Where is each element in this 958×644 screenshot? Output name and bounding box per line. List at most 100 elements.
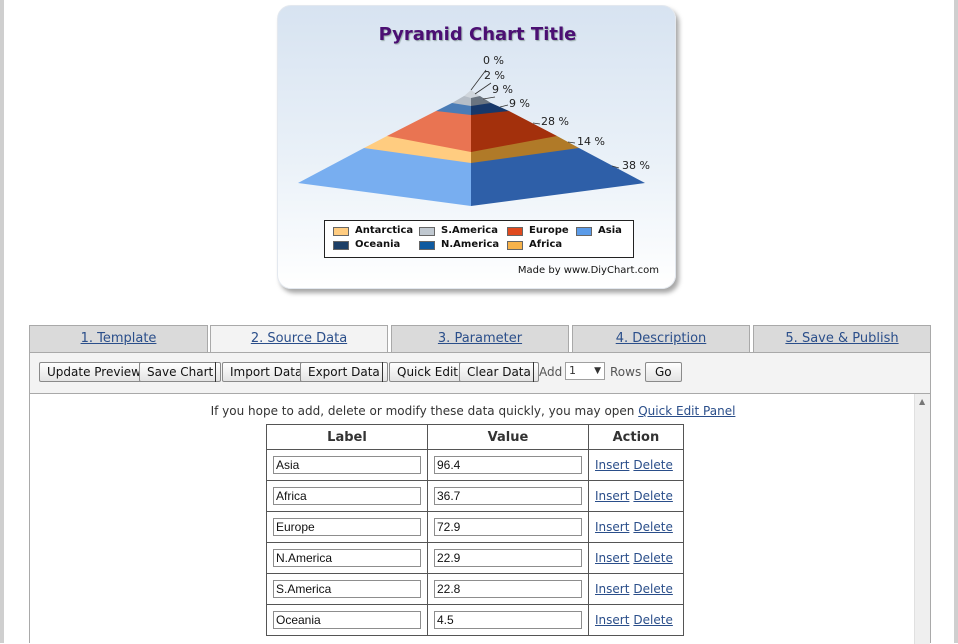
action-cell: Insert Delete — [588, 542, 684, 574]
chart-title: Pyramid Chart Title — [378, 24, 577, 45]
go-button[interactable]: Go — [645, 362, 682, 382]
insert-link[interactable]: Insert — [595, 551, 629, 565]
label-input[interactable] — [273, 580, 421, 598]
legend-label: N.America — [441, 239, 500, 250]
legend-label: Asia — [598, 225, 622, 236]
delete-link[interactable]: Delete — [633, 489, 672, 503]
tab-save-publish[interactable]: 5. Save & Publish — [753, 325, 931, 353]
pct-label-2: 2 % — [484, 69, 505, 82]
table-row: Insert Delete — [266, 573, 684, 605]
vertical-scrollbar[interactable]: ▲ — [914, 394, 930, 644]
label-cell — [266, 449, 428, 481]
delete-link[interactable]: Delete — [633, 551, 672, 565]
editor-panel: 1. Template 2. Source Data 3. Parameter … — [29, 325, 931, 644]
export-data-button[interactable]: Export Data — [300, 362, 388, 382]
tab-source-data[interactable]: 2. Source Data — [210, 325, 388, 354]
value-input[interactable] — [434, 487, 582, 505]
action-column-header: Action — [588, 424, 684, 450]
label-input[interactable] — [273, 456, 421, 474]
legend-swatch — [333, 241, 349, 250]
pct-label-1: 0 % — [483, 54, 504, 67]
pct-label-5: 28 % — [541, 115, 569, 128]
pct-label-3: 9 % — [492, 83, 513, 96]
label-input[interactable] — [273, 487, 421, 505]
value-cell — [427, 542, 589, 574]
toolbar-separator — [533, 362, 534, 382]
pct-label-6: 14 % — [577, 135, 605, 148]
legend-swatch — [419, 241, 435, 250]
value-cell — [427, 511, 589, 543]
insert-link[interactable]: Insert — [595, 582, 629, 596]
delete-link[interactable]: Delete — [633, 458, 672, 472]
label-cell — [266, 511, 428, 543]
table-header-row: Label Value Action — [266, 424, 684, 450]
rows-select-value: 1 — [569, 364, 576, 377]
label-cell — [266, 604, 428, 636]
insert-link[interactable]: Insert — [595, 613, 629, 627]
insert-link[interactable]: Insert — [595, 489, 629, 503]
pct-label-4: 9 % — [509, 97, 530, 110]
quick-edit-button[interactable]: Quick Edit — [389, 362, 466, 382]
import-data-button[interactable]: Import Data — [222, 362, 311, 382]
delete-link[interactable]: Delete — [633, 582, 672, 596]
quick-edit-hint: If you hope to add, delete or modify the… — [30, 404, 916, 418]
update-preview-button[interactable]: Update Preview — [39, 362, 149, 382]
action-cell: Insert Delete — [588, 511, 684, 543]
rows-label: Rows — [610, 365, 642, 379]
label-column-header: Label — [266, 424, 428, 450]
value-input[interactable] — [434, 580, 582, 598]
value-cell — [427, 604, 589, 636]
tab-description[interactable]: 4. Description — [572, 325, 750, 353]
value-input[interactable] — [434, 611, 582, 629]
legend-label: Oceania — [355, 239, 401, 250]
value-input[interactable] — [434, 549, 582, 567]
label-input[interactable] — [273, 549, 421, 567]
label-cell — [266, 542, 428, 574]
insert-link[interactable]: Insert — [595, 520, 629, 534]
value-cell — [427, 480, 589, 512]
table-row: Insert Delete — [266, 449, 684, 481]
action-cell: Insert Delete — [588, 480, 684, 512]
table-row: Insert Delete — [266, 542, 684, 574]
add-label: Add — [539, 365, 563, 379]
hint-text: If you hope to add, delete or modify the… — [210, 404, 635, 418]
action-cell: Insert Delete — [588, 449, 684, 481]
chevron-down-icon: ▼ — [594, 366, 601, 376]
tab-template[interactable]: 1. Template — [29, 325, 208, 353]
toolbar-separator — [215, 362, 216, 382]
value-input[interactable] — [434, 518, 582, 536]
page-border-left — [0, 0, 4, 643]
legend-swatch — [507, 227, 523, 236]
table-row: Insert Delete — [266, 480, 684, 512]
label-cell — [266, 480, 428, 512]
delete-link[interactable]: Delete — [633, 520, 672, 534]
source-data-content: If you hope to add, delete or modify the… — [29, 393, 931, 644]
pct-label-7: 38 % — [622, 159, 650, 172]
clear-data-button[interactable]: Clear Data — [459, 362, 539, 382]
scroll-up-arrow-icon[interactable]: ▲ — [919, 397, 925, 406]
delete-link[interactable]: Delete — [633, 613, 672, 627]
tab-bar: 1. Template 2. Source Data 3. Parameter … — [29, 325, 931, 354]
legend-label: Europe — [529, 225, 569, 236]
insert-link[interactable]: Insert — [595, 458, 629, 472]
tab-parameter[interactable]: 3. Parameter — [391, 325, 569, 353]
legend-label: S.America — [441, 225, 498, 236]
toolbar-separator — [382, 362, 383, 382]
legend-swatch — [333, 227, 349, 236]
toolbar: Update Preview Save Chart Import Data Ex… — [29, 352, 931, 393]
quick-edit-panel-link[interactable]: Quick Edit Panel — [638, 404, 735, 418]
action-cell: Insert Delete — [588, 573, 684, 605]
legend-label: Africa — [529, 239, 563, 250]
chart-legend: Antarctica S.America Europe Asia Oceania… — [324, 220, 634, 258]
action-cell: Insert Delete — [588, 604, 684, 636]
data-table: Label Value Action Insert Delete Insert De… — [266, 424, 684, 636]
label-input[interactable] — [273, 611, 421, 629]
value-cell — [427, 573, 589, 605]
rows-select[interactable]: 1 ▼ — [565, 362, 605, 380]
label-cell — [266, 573, 428, 605]
save-chart-button[interactable]: Save Chart — [139, 362, 222, 382]
label-input[interactable] — [273, 518, 421, 536]
legend-label: Antarctica — [355, 225, 414, 236]
chart-preview: 0 % 2 % 9 % 9 % 28 % 14 % 38 % Pyramid C… — [277, 5, 676, 289]
value-input[interactable] — [434, 456, 582, 474]
